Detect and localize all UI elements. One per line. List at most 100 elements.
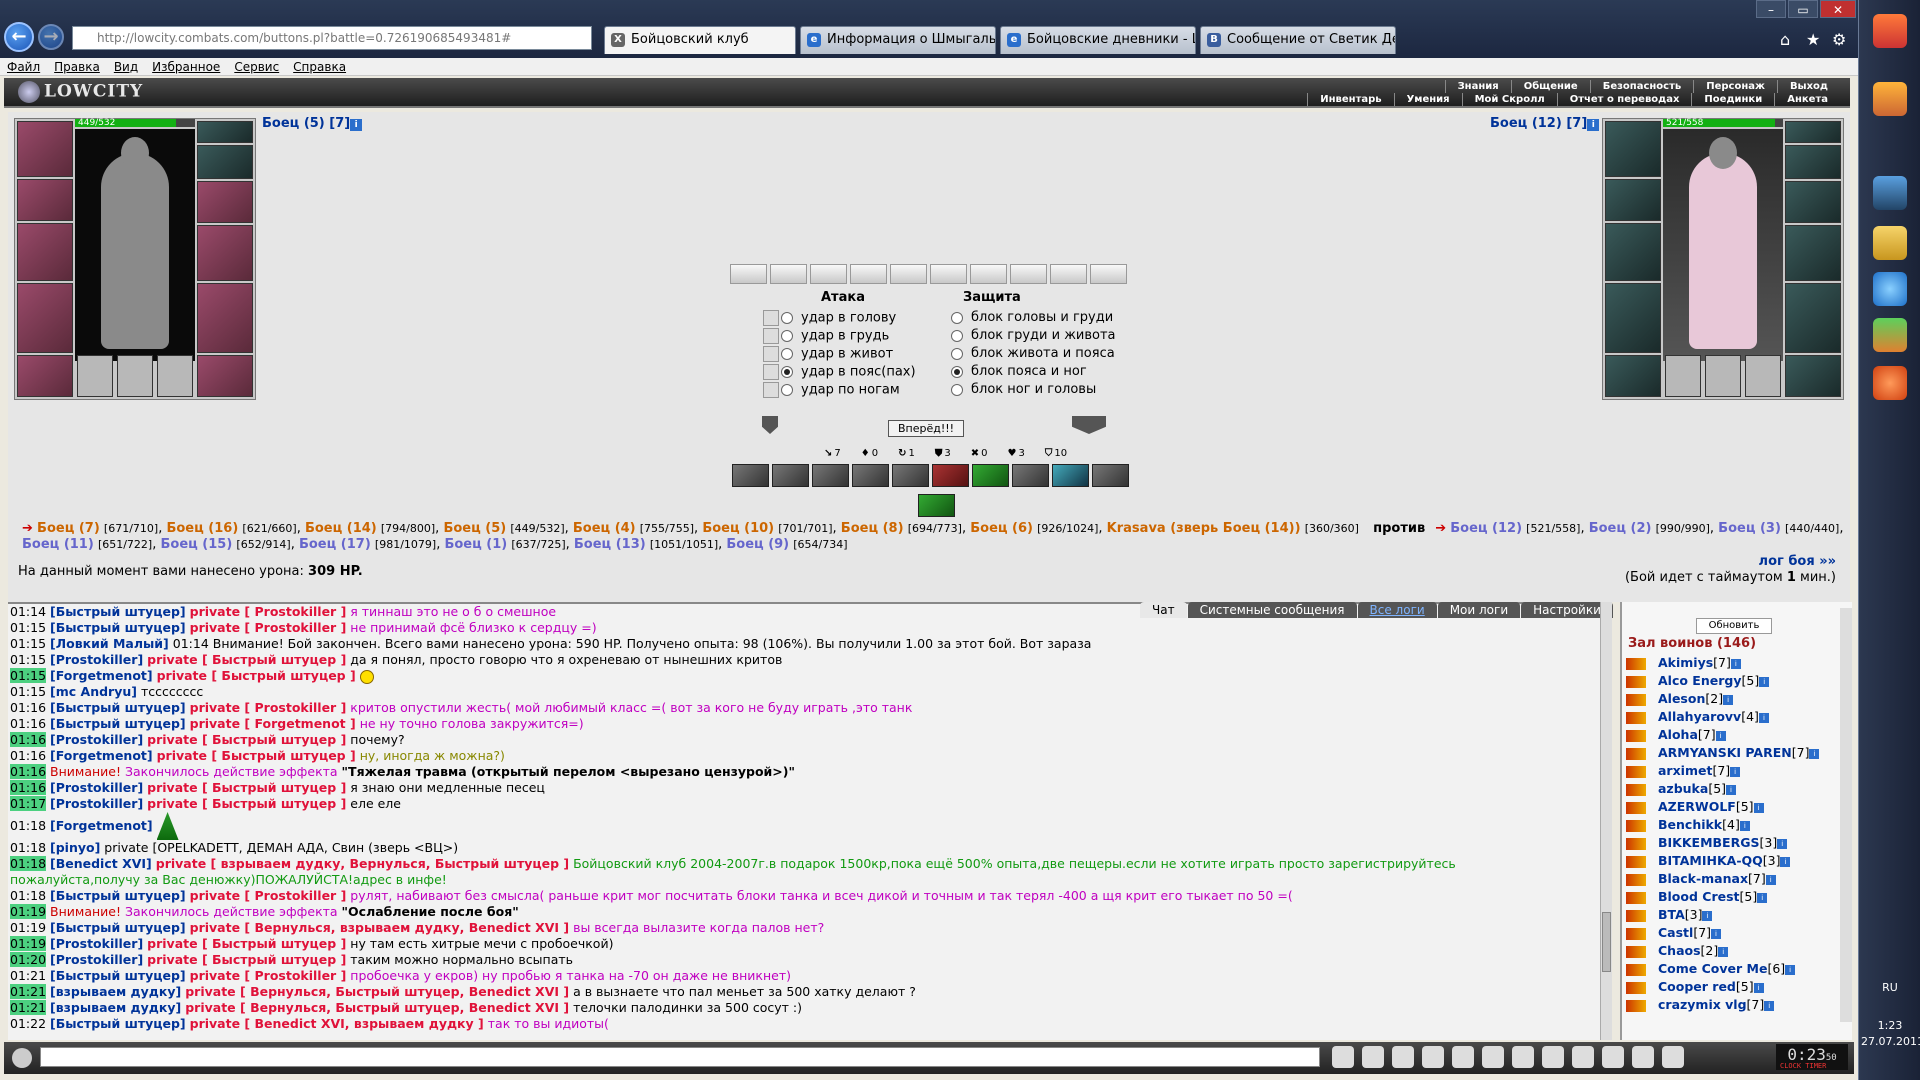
info-icon[interactable]: i [1765,874,1776,885]
private-recipients[interactable]: private [ Быстрый штуцер ] [147,936,346,951]
private-recipients[interactable]: private [ Вернулься, Быстрый штуцер, Ben… [185,1000,569,1015]
message-author[interactable]: [Prostokiller] [50,952,143,967]
private-recipients[interactable]: private [ Prostokiller ] [190,968,347,983]
user-entry[interactable]: Castl[7] i [1626,924,1819,942]
fighter-name[interactable]: Боец (13) [574,537,646,552]
info-icon[interactable]: i [1758,712,1769,723]
game-menu-item[interactable]: Мой Скролл [1461,93,1557,106]
attack-radio[interactable] [781,330,793,342]
user-name[interactable]: BIKKEMBERGS [1658,835,1759,850]
skill-icon[interactable] [852,464,889,487]
user-entry[interactable]: Allahyarovv[4] i [1626,708,1819,726]
attack-radio[interactable] [781,384,793,396]
game-menu-item[interactable]: Знания [1444,80,1511,93]
defense-option[interactable]: блок пояса и ног [951,364,1087,379]
info-icon[interactable]: i [1753,982,1764,993]
language-indicator[interactable]: RU [1861,980,1919,996]
forward-icon[interactable]: → [38,24,64,50]
friends-icon[interactable] [1632,1046,1654,1068]
message-author[interactable]: [pinyo] [50,840,100,855]
info-icon[interactable]: i [1723,694,1734,705]
fighter-name[interactable]: Боец (12) [1450,521,1522,536]
game-menu-item[interactable]: Анкета [1774,93,1840,106]
private-recipients[interactable]: private [ Prostokiller ] [190,604,347,619]
private-recipients[interactable]: private [ Быстрый штуцер ] [157,748,356,763]
fighter-name[interactable]: Боец (8) [841,521,904,536]
send-icon[interactable] [1332,1046,1354,1068]
message-author[interactable]: [Быстрый штуцер] [50,716,186,731]
message-author[interactable]: [Forgetmenot] [50,668,153,683]
defense-radio[interactable] [951,329,963,342]
icq-icon[interactable] [1873,318,1907,352]
minimize-icon[interactable]: – [1756,0,1786,18]
skill-icon[interactable] [732,464,769,487]
user-list-scrollbar[interactable] [1840,608,1852,1022]
user-name[interactable]: Blood Crest [1658,889,1740,904]
user-entry[interactable]: crazymix vlg[7] i [1626,996,1819,1014]
user-name[interactable]: Benchikk [1658,817,1722,832]
user-entry[interactable]: BIKKEMBERGS[3] i [1626,834,1819,852]
attack-checkbox[interactable] [763,346,779,362]
message-author[interactable]: [взрываем дудку] [50,1000,181,1015]
info-icon[interactable]: i [1785,964,1796,975]
message-author[interactable]: [Prostokiller] [50,652,143,667]
belt-slot[interactable] [1605,355,1661,397]
user-entry[interactable]: Black-manax[7] i [1626,870,1819,888]
forward-attack-button[interactable]: Вперёд!!! [888,420,964,437]
user-entry[interactable]: ARMYANSKI PAREN[7] i [1626,744,1820,762]
menu-item-2[interactable]: Вид [107,58,145,76]
info-icon[interactable]: i [1753,802,1764,813]
helmet-slot[interactable] [1605,121,1661,177]
message-author[interactable]: [Prostokiller] [50,780,143,795]
attack-option[interactable]: удар в грудь [763,328,889,344]
private-recipients[interactable]: private [ Быстрый штуцер ] [147,732,346,747]
weapon-slot[interactable] [1605,223,1661,281]
fighter-name[interactable]: Krasava (зверь Боец (14)) [1107,521,1301,536]
fighter-name[interactable]: Боец (10) [702,521,774,536]
attack-checkbox[interactable] [763,328,779,344]
favorites-star-icon[interactable]: ★ [1806,30,1820,49]
menu-item-3[interactable]: Избранное [145,58,227,76]
private-recipients[interactable]: private [ Быстрый штуцер ] [147,780,346,795]
user-name[interactable]: crazymix vlg [1658,997,1747,1012]
fighter-name[interactable]: Боец (11) [22,537,94,552]
skill-icon[interactable] [1052,464,1089,487]
ie-icon[interactable] [1873,272,1907,306]
defense-radio[interactable] [951,347,963,360]
user-entry[interactable]: AZERWOLF[5] i [1626,798,1819,816]
skill-icon[interactable] [972,464,1009,487]
attack-checkbox[interactable] [763,310,779,326]
user-entry[interactable]: BTA[3] i [1626,906,1819,924]
message-author[interactable]: [Prostokiller] [50,936,143,951]
message-author[interactable]: [Forgetmenot] [50,818,153,833]
menu-item-5[interactable]: Справка [286,58,353,76]
message-author[interactable]: [Prostokiller] [50,796,143,811]
skill-icon[interactable] [932,464,969,487]
message-author[interactable]: [взрываем дудку] [50,984,181,999]
message-author[interactable]: [Forgetmenot] [50,748,153,763]
game-menu-item[interactable]: Умения [1393,93,1462,106]
info-icon[interactable]: i [1757,892,1768,903]
info-icon[interactable]: i [1809,748,1820,759]
fighter-name[interactable]: Боец (16) [166,521,238,536]
fighter-name[interactable]: Боец (1) [444,537,507,552]
chat-scrollbar[interactable] [1600,602,1612,1040]
fighter-name[interactable]: Боец (9) [726,537,789,552]
user-name[interactable]: azbuka [1658,781,1708,796]
info-icon[interactable]: i [1764,1000,1775,1011]
private-recipients[interactable]: private [ взрываем дудку, Вернулься, Быс… [156,856,569,871]
user-name[interactable]: ARMYANSKI PAREN [1658,745,1792,760]
weapon-slot[interactable] [17,223,73,281]
gloves-slot[interactable] [1605,179,1661,221]
defense-option[interactable]: блок живота и пояса [951,346,1115,361]
game-menu-item[interactable]: Отчет о переводах [1556,93,1692,106]
empty-slot[interactable] [117,355,153,397]
user-name[interactable]: Cooper red [1658,979,1736,994]
message-author[interactable]: [Быстрый штуцер] [50,920,186,935]
fighter-name[interactable]: Боец (5) [443,521,506,536]
fighter-name[interactable]: Боец (2) [1589,521,1652,536]
info-icon[interactable]: i [1777,838,1788,849]
boots-slot[interactable] [197,355,253,397]
attack-option[interactable]: удар по ногам [763,382,900,398]
game-menu-item[interactable]: Персонаж [1693,80,1777,93]
